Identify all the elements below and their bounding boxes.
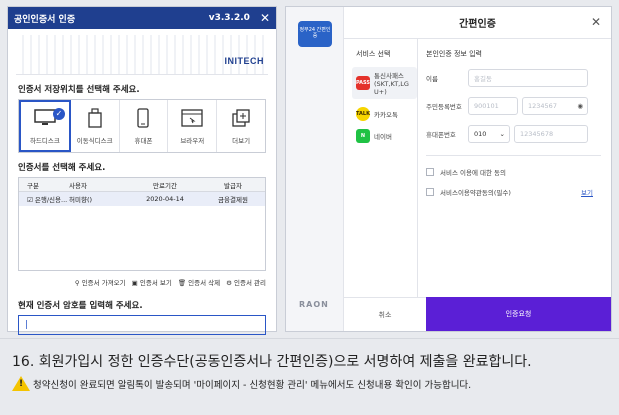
storage-label-removable: 이동식디스크 bbox=[76, 137, 113, 145]
simple-auth-footer: 취소 인증요청 bbox=[344, 297, 611, 331]
service-pass-label: 통신사패스 (SKT,KT,LG U+) bbox=[374, 72, 409, 96]
more-icon bbox=[228, 107, 254, 129]
warning-line: 청약신청이 완료되면 알림톡이 발송되며 '마이페이지 - 신청현황 관리' 메… bbox=[12, 376, 471, 391]
view-terms-link[interactable]: 보기 bbox=[581, 187, 593, 197]
view-cert-link[interactable]: ▣ 인증서 보기 bbox=[132, 277, 172, 287]
service-naver[interactable]: N 네이버 bbox=[356, 129, 417, 143]
storage-label-browser: 브라우저 bbox=[180, 137, 205, 145]
name-row: 이름 홍길동 bbox=[426, 69, 611, 87]
rrn-front-input[interactable]: 900101 bbox=[468, 97, 518, 115]
rrn-label: 주민등록번호 bbox=[426, 103, 462, 111]
cert-actions: ⚲ 인증서 가져오기 ▣ 인증서 보기 🗑 인증서 삭제 ⚙ 인증서 관리 bbox=[18, 277, 266, 287]
col-issuer: 발급자 bbox=[224, 181, 242, 190]
info-header: 본인인증 정보 입력 bbox=[426, 50, 482, 58]
storage-removable[interactable]: 이동식디스크 bbox=[71, 100, 120, 152]
side-strip: 정부24 간편인증 RAON bbox=[286, 7, 344, 331]
eye-icon[interactable]: ◉ bbox=[577, 102, 583, 110]
simple-auth-dialog: 정부24 간편인증 RAON 간편인증 ✕ 서비스 선택 PASS 통신사패스 … bbox=[285, 6, 612, 332]
table-row[interactable]: ☑ 은행/신용... 허미향() 2020-04-14 금융결제원 bbox=[19, 192, 265, 206]
step-text: 16. 회원가입시 정한 인증수단(공동인증서나 간편인증)으로 서명하여 제출… bbox=[12, 351, 532, 371]
storage-more[interactable]: 더보기 bbox=[217, 100, 265, 152]
service-column: 서비스 선택 PASS 통신사패스 (SKT,KT,LG U+) TALK 카카… bbox=[344, 39, 418, 297]
phone-prefix-select[interactable]: 010 ⌄ bbox=[468, 125, 510, 143]
phone-icon bbox=[130, 107, 156, 129]
name-input[interactable]: 홍길동 bbox=[468, 69, 588, 87]
warning-icon bbox=[12, 376, 30, 391]
cell-expiry: 2020-04-14 bbox=[146, 195, 184, 203]
gov24-logo: 정부24 간편인증 bbox=[298, 21, 332, 47]
certificate-table: 구분 사용자 만료기간 발급자 ☑ 은행/신용... 허미향() 2020-04… bbox=[18, 177, 266, 271]
naver-icon: N bbox=[356, 129, 370, 143]
step-description: 회원가입시 정한 인증수단(공동인증서나 간편인증)으로 서명하여 제출을 완료… bbox=[38, 354, 532, 370]
storage-label-harddisk: 하드디스크 bbox=[29, 137, 60, 145]
phone-input[interactable]: 12345678 bbox=[514, 125, 588, 143]
check-icon: ✓ bbox=[53, 108, 65, 120]
cert-dialog-version: v3.3.2.0 bbox=[208, 13, 250, 23]
password-label: 현재 인증서 암호를 입력해 주세요. bbox=[18, 301, 143, 311]
cert-banner: INITECH bbox=[16, 35, 268, 75]
storage-label-more: 더보기 bbox=[232, 137, 251, 145]
auth-request-button[interactable]: 인증요청 bbox=[426, 297, 611, 331]
agree-terms-checkbox[interactable] bbox=[426, 188, 434, 196]
simple-cancel-button[interactable]: 취소 bbox=[344, 297, 426, 331]
initech-logo: INITECH bbox=[224, 56, 264, 66]
step-number: 16. bbox=[12, 354, 35, 370]
cell-issuer: 금융결제원 bbox=[218, 196, 248, 204]
warning-text: 청약신청이 완료되면 알림톡이 발송되며 '마이페이지 - 신청현황 관리' 메… bbox=[33, 379, 472, 391]
step-notice: 16. 회원가입시 정한 인증수단(공동인증서나 간편인증)으로 서명하여 제출… bbox=[0, 338, 619, 415]
kakao-icon: TALK bbox=[356, 107, 370, 121]
phone-row: 휴대폰번호 010 ⌄ 12345678 bbox=[426, 125, 611, 143]
close-icon[interactable]: ✕ bbox=[591, 15, 601, 29]
rrn-row: 주민등록번호 900101 1234567 ◉ bbox=[426, 97, 611, 115]
password-input[interactable]: | bbox=[18, 315, 266, 335]
certificate-dialog: 공인인증서 인증 v3.3.2.0 ✕ INITECH 인증서 저장위치를 선택… bbox=[7, 6, 277, 367]
name-label: 이름 bbox=[426, 75, 438, 83]
agree-terms-row[interactable]: 서비스이용약관동의(필수) 보기 bbox=[426, 187, 611, 197]
service-header: 서비스 선택 bbox=[356, 50, 391, 58]
simple-auth-header: 간편인증 bbox=[344, 7, 611, 39]
import-cert-link[interactable]: ⚲ 인증서 가져오기 bbox=[75, 277, 126, 287]
storage-label: 인증서 저장위치를 선택해 주세요. bbox=[18, 85, 140, 95]
cell-type: ☑ 은행/신용... bbox=[27, 196, 68, 204]
pass-icon: PASS bbox=[356, 76, 370, 90]
col-user: 사용자 bbox=[69, 181, 87, 190]
service-naver-label: 네이버 bbox=[374, 133, 392, 141]
manage-cert-link[interactable]: ⚙ 인증서 관리 bbox=[226, 277, 266, 287]
screenshot-area: 공인인증서 인증 v3.3.2.0 ✕ INITECH 인증서 저장위치를 선택… bbox=[0, 0, 619, 367]
simple-auth-title: 간편인증 bbox=[459, 19, 496, 30]
close-icon[interactable]: ✕ bbox=[260, 12, 270, 24]
info-column: 본인인증 정보 입력 이름 홍길동 주민등록번호 900101 1234567 … bbox=[426, 39, 611, 297]
rrn-back-input[interactable]: 1234567 ◉ bbox=[522, 97, 588, 115]
storage-selector: ✓ 하드디스크 이동식디스크 휴대폰 브라우저 더보기 bbox=[18, 99, 266, 153]
cert-dialog-titlebar: 공인인증서 인증 v3.3.2.0 ✕ bbox=[8, 7, 276, 29]
cert-dialog-title: 공인인증서 인증 bbox=[14, 14, 76, 25]
storage-harddisk[interactable]: ✓ 하드디스크 bbox=[19, 100, 71, 152]
storage-phone[interactable]: 휴대폰 bbox=[120, 100, 169, 152]
divider bbox=[426, 155, 601, 156]
col-type: 구분 bbox=[27, 181, 39, 190]
table-header: 구분 사용자 만료기간 발급자 bbox=[19, 178, 265, 192]
agree-terms-label: 서비스이용약관동의(필수) bbox=[440, 189, 511, 197]
browser-icon bbox=[179, 107, 205, 129]
usb-drive-icon bbox=[82, 107, 108, 129]
chevron-down-icon: ⌄ bbox=[499, 130, 505, 138]
storage-label-phone: 휴대폰 bbox=[134, 137, 153, 145]
delete-cert-link[interactable]: 🗑 인증서 삭제 bbox=[178, 277, 220, 287]
service-pass[interactable]: PASS 통신사패스 (SKT,KT,LG U+) bbox=[352, 67, 417, 99]
service-kakao-label: 카카오톡 bbox=[374, 111, 398, 119]
phone-label: 휴대폰번호 bbox=[426, 131, 456, 139]
agree-all-checkbox[interactable] bbox=[426, 168, 434, 176]
storage-browser[interactable]: 브라우저 bbox=[168, 100, 218, 152]
col-expiry: 만료기간 bbox=[153, 181, 177, 190]
agree-all-row[interactable]: 서비스 이용에 대한 동의 bbox=[426, 167, 611, 177]
agree-all-label: 서비스 이용에 대한 동의 bbox=[440, 169, 506, 177]
service-kakao[interactable]: TALK 카카오톡 bbox=[356, 107, 417, 121]
raon-logo: RAON bbox=[299, 300, 329, 309]
cert-select-label: 인증서를 선택해 주세요. bbox=[18, 163, 106, 173]
cell-user: 허미향() bbox=[69, 196, 93, 204]
